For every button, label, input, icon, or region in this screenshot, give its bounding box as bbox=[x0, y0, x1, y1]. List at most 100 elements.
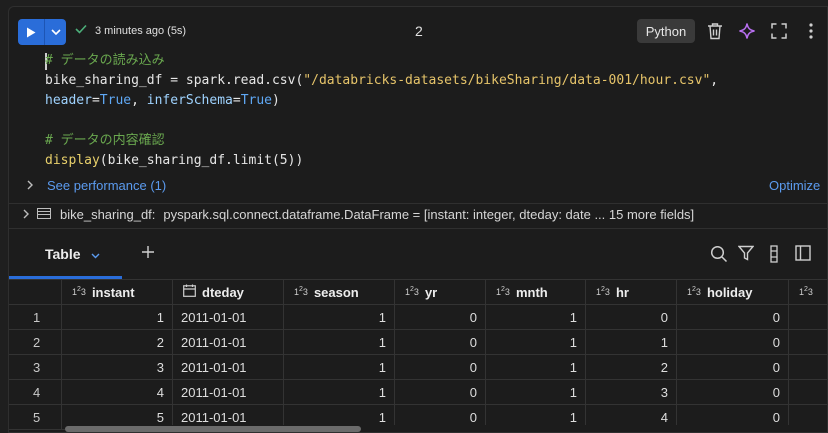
column-header-holiday[interactable]: 123 holiday bbox=[677, 280, 789, 305]
table-cell[interactable]: 1 bbox=[284, 380, 395, 405]
calendar-icon bbox=[183, 284, 196, 300]
table-cell[interactable]: 0 bbox=[677, 380, 789, 405]
dataframe-info: bike_sharing_df: pyspark.sql.connect.dat… bbox=[23, 207, 694, 222]
table-cell[interactable]: 0 bbox=[395, 330, 486, 355]
table-cell[interactable]: 0 bbox=[586, 305, 677, 330]
table-cell[interactable] bbox=[789, 305, 827, 330]
code-line-6: display(bike_sharing_df.limit(5)) bbox=[45, 151, 718, 171]
table-row[interactable]: 4 4 2011-01-01 1 0 1 3 0 bbox=[9, 380, 827, 405]
search-icon[interactable] bbox=[710, 245, 728, 263]
run-options-chevron-down-icon[interactable] bbox=[45, 19, 66, 45]
table-cell[interactable]: 1 bbox=[284, 305, 395, 330]
table-cell[interactable]: 2011-01-01 bbox=[173, 330, 284, 355]
trash-icon[interactable] bbox=[705, 21, 725, 41]
performance-row: See performance (1) bbox=[27, 178, 166, 193]
fullscreen-icon[interactable] bbox=[769, 21, 789, 41]
code-keyword: True bbox=[240, 93, 272, 108]
code-line-2: bike_sharing_df = spark.read.csv("/datab… bbox=[45, 71, 718, 91]
code-token: = bbox=[91, 93, 100, 108]
code-param: inferSchema bbox=[146, 93, 233, 108]
code-token: ) bbox=[272, 93, 280, 108]
table-cell[interactable]: 2011-01-01 bbox=[173, 305, 284, 330]
code-token: (bike_sharing_df.limit(5)) bbox=[99, 153, 304, 168]
table-cell[interactable]: 1 bbox=[62, 305, 173, 330]
table-icon bbox=[37, 207, 51, 222]
play-icon[interactable] bbox=[18, 19, 44, 45]
column-header-label: instant bbox=[91, 284, 135, 300]
table-cell[interactable]: 4 bbox=[62, 380, 173, 405]
column-header-instant[interactable]: 123 instant bbox=[62, 280, 173, 305]
table-row[interactable]: 3 3 2011-01-01 1 0 1 2 0 bbox=[9, 355, 827, 380]
run-cell-button[interactable] bbox=[18, 19, 66, 45]
check-icon bbox=[75, 24, 87, 37]
code-token: bike_sharing_df bbox=[45, 73, 163, 88]
code-token: , bbox=[710, 73, 719, 88]
side-panel-icon[interactable] bbox=[795, 245, 813, 263]
table-cell[interactable]: 1 bbox=[486, 355, 586, 380]
code-token: , bbox=[131, 93, 147, 108]
column-header-label: mnth bbox=[515, 284, 548, 300]
table-cell[interactable]: 2 bbox=[586, 355, 677, 380]
language-selector[interactable]: Python bbox=[637, 19, 695, 43]
integer-type-icon: 123 bbox=[294, 285, 308, 297]
column-header-label: dteday bbox=[202, 284, 244, 300]
table-cell[interactable] bbox=[789, 330, 827, 355]
run-status: 3 minutes ago (5s) bbox=[75, 24, 186, 37]
table-cell[interactable]: 2011-01-01 bbox=[173, 355, 284, 380]
integer-type-icon: 123 bbox=[72, 285, 86, 297]
code-token: spark.read.csv( bbox=[185, 73, 304, 88]
table-row[interactable]: 1 1 2011-01-01 1 0 1 0 0 bbox=[9, 305, 827, 330]
code-keyword: True bbox=[99, 93, 132, 108]
column-header-yr[interactable]: 123 yr bbox=[395, 280, 486, 305]
cell-number: 2 bbox=[415, 23, 423, 39]
notebook-cell: 3 minutes ago (5s) 2 Python # データの読み込み b… bbox=[8, 6, 828, 433]
column-header-dteday[interactable]: dteday bbox=[173, 280, 284, 305]
add-visualization-plus-icon[interactable] bbox=[141, 245, 159, 263]
table-cell[interactable]: 0 bbox=[677, 330, 789, 355]
table-cell[interactable]: 1 bbox=[486, 330, 586, 355]
table-cell[interactable]: 1 bbox=[486, 305, 586, 330]
table-cell[interactable]: 1 bbox=[586, 330, 677, 355]
code-token: = bbox=[162, 73, 186, 88]
assistant-sparkle-icon[interactable] bbox=[737, 21, 757, 41]
chevron-right-icon[interactable] bbox=[23, 207, 29, 222]
column-header-next[interactable]: 123 bbox=[789, 280, 827, 305]
table-cell[interactable]: 1 bbox=[486, 380, 586, 405]
column-settings-icon[interactable] bbox=[770, 245, 788, 263]
code-editor[interactable]: # データの読み込み bike_sharing_df = spark.read.… bbox=[45, 51, 718, 171]
column-header-mnth[interactable]: 123 mnth bbox=[486, 280, 586, 305]
scrollbar-thumb[interactable] bbox=[65, 426, 361, 432]
table-cell[interactable]: 3 bbox=[586, 380, 677, 405]
table-cell[interactable]: 1 bbox=[284, 355, 395, 380]
table-cell[interactable]: 2 bbox=[62, 330, 173, 355]
column-header-season[interactable]: 123 season bbox=[284, 280, 395, 305]
table-cell[interactable]: 0 bbox=[395, 380, 486, 405]
integer-type-icon: 123 bbox=[799, 285, 813, 297]
horizontal-scrollbar[interactable] bbox=[65, 425, 827, 432]
chevron-right-icon[interactable] bbox=[27, 178, 33, 193]
table-cell[interactable] bbox=[789, 355, 827, 380]
more-options-icon[interactable] bbox=[801, 21, 821, 41]
see-performance-link[interactable]: See performance (1) bbox=[47, 178, 166, 193]
filter-icon[interactable] bbox=[737, 245, 756, 263]
code-param: header bbox=[45, 93, 92, 108]
results-toolbar: Table bbox=[9, 229, 827, 279]
cell-toolbar: 3 minutes ago (5s) 2 Python bbox=[9, 7, 827, 53]
column-header-label: holiday bbox=[706, 284, 753, 300]
table-cell[interactable]: 2011-01-01 bbox=[173, 380, 284, 405]
table-cell[interactable]: 0 bbox=[677, 305, 789, 330]
table-cell[interactable]: 1 bbox=[284, 330, 395, 355]
code-string: "/databricks-datasets/bikeSharing/data-0… bbox=[303, 73, 711, 88]
table-cell[interactable]: 0 bbox=[395, 355, 486, 380]
optimize-link[interactable]: Optimize bbox=[769, 178, 820, 193]
table-cell[interactable]: 0 bbox=[677, 355, 789, 380]
chevron-down-icon[interactable] bbox=[91, 246, 100, 262]
integer-type-icon: 123 bbox=[405, 285, 419, 297]
table-cell[interactable] bbox=[789, 380, 827, 405]
table-cell[interactable]: 3 bbox=[62, 355, 173, 380]
table-row[interactable]: 2 2 2011-01-01 1 0 1 1 0 bbox=[9, 330, 827, 355]
table-cell[interactable]: 0 bbox=[395, 305, 486, 330]
table-header-row: 123 instant dteday 123 season 123 yr 123 mnt… bbox=[9, 280, 827, 305]
column-header-hr[interactable]: 123 hr bbox=[586, 280, 677, 305]
tab-table[interactable]: Table bbox=[9, 229, 122, 279]
